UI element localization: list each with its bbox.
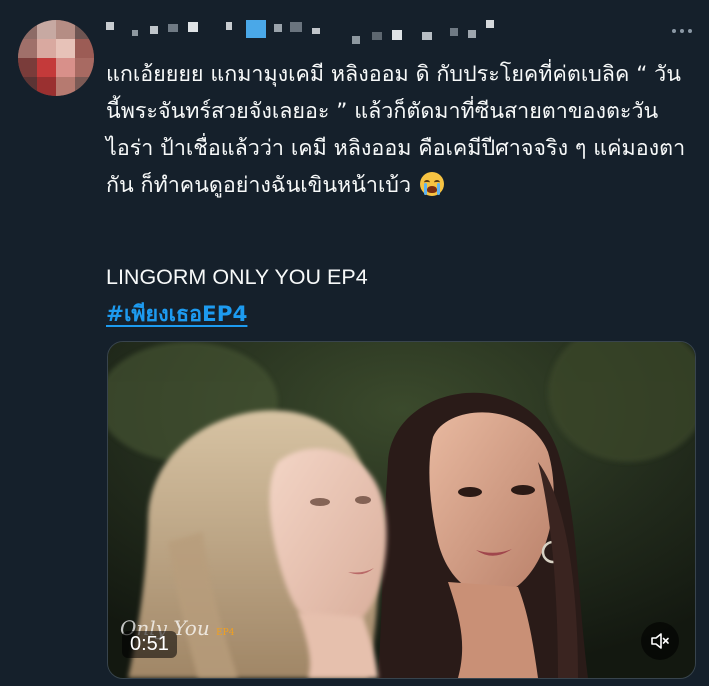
speaker-muted-icon — [651, 633, 669, 649]
video-player[interactable]: Only You EP4 0:51 — [107, 341, 696, 679]
mute-button[interactable] — [641, 622, 679, 660]
tweet[interactable]: แกเอ้ยยยย แกมามุงเคมี หลิงออม ดิ กับประโ… — [0, 0, 709, 686]
author-name-redacted[interactable] — [106, 18, 546, 48]
video-duration-badge: 0:51 — [122, 631, 177, 658]
hashtag-link[interactable]: #เพียงเธอEP4 — [106, 296, 247, 333]
tweet-text: แกเอ้ยยยย แกมามุงเคมี หลิงออม ดิ กับประโ… — [106, 56, 686, 204]
show-logo-episode: EP4 — [216, 628, 235, 638]
tweet-caption: LINGORM ONLY YOU EP4 — [106, 265, 368, 289]
avatar[interactable] — [18, 20, 94, 96]
more-options-icon[interactable] — [668, 20, 696, 42]
tweet-text-content: แกเอ้ยยยย แกมามุงเคมี หลิงออม ดิ กับประโ… — [106, 62, 686, 198]
loudly-crying-face-icon — [419, 172, 444, 196]
tweet-header — [106, 18, 696, 48]
